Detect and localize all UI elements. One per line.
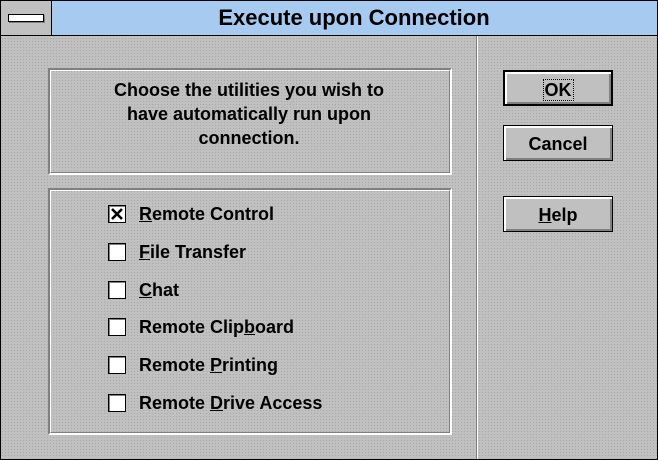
ok-button-label: OK — [542, 79, 574, 101]
checkbox-label: Remote Printing — [139, 355, 279, 375]
column-divider-highlight — [477, 36, 478, 459]
dialog-window: Execute upon Connection Choose the utili… — [0, 0, 658, 460]
help-button[interactable]: Help — [503, 196, 613, 232]
checkbox-label: File Transfer — [139, 242, 247, 262]
cancel-button[interactable]: Cancel — [503, 125, 613, 161]
help-button-label: Help — [538, 205, 578, 225]
checkbox-label: Remote Control — [139, 204, 275, 224]
instructions-text: Choose the utilities you wish to have au… — [71, 78, 427, 150]
title-bar: Execute upon Connection — [1, 1, 657, 36]
checkbox-label: Remote Clipboard — [139, 317, 295, 337]
ok-button[interactable]: OK — [503, 70, 613, 106]
checkbox-box[interactable] — [108, 356, 126, 374]
instructions-line: have automatically run upon — [126, 104, 372, 124]
checkbox-box[interactable] — [108, 281, 126, 299]
checkbox-box[interactable] — [108, 205, 126, 223]
instructions-line: connection. — [198, 128, 300, 148]
checkbox-box[interactable] — [108, 318, 126, 336]
checkbox-box[interactable] — [108, 243, 126, 261]
system-menu-icon — [8, 14, 44, 22]
checkbox-label: Chat — [139, 280, 179, 300]
cancel-button-label: Cancel — [528, 134, 588, 154]
checkmark-x-icon — [111, 208, 123, 220]
system-menu-button[interactable] — [1, 1, 52, 35]
checkbox-label: Remote Drive Access — [139, 393, 323, 413]
instructions-line: Choose the utilities you wish to — [113, 80, 385, 100]
checkbox-box[interactable] — [108, 394, 126, 412]
window-title: Execute upon Connection — [218, 5, 490, 30]
